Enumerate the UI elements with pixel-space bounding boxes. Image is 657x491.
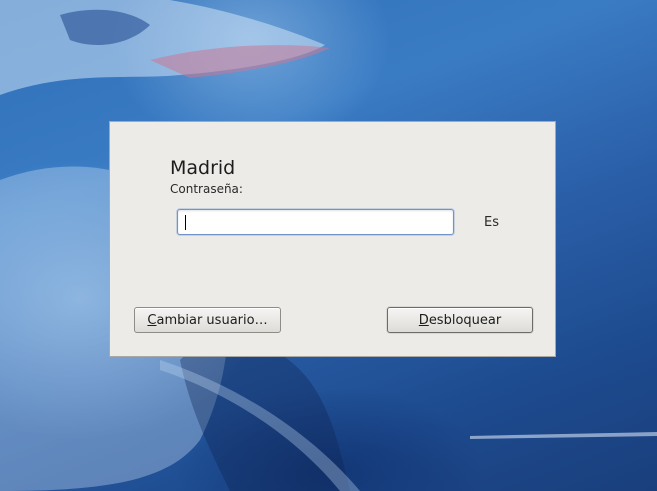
password-input[interactable] [177, 209, 454, 235]
unlock-mnemonic: D [418, 312, 429, 328]
user-name: Madrid [170, 157, 236, 179]
desktop-background: Madrid Contraseña: Es Cambiar usuario… D… [0, 0, 657, 491]
unlock-button[interactable]: Desbloquear [387, 307, 533, 333]
text-caret [185, 215, 186, 230]
switch-user-mnemonic: C [147, 312, 157, 328]
switch-user-label: ambiar usuario… [156, 312, 268, 328]
switch-user-button[interactable]: Cambiar usuario… [134, 307, 281, 333]
lock-dialog: Madrid Contraseña: Es Cambiar usuario… D… [109, 121, 556, 357]
password-label: Contraseña: [170, 182, 243, 196]
unlock-label: esbloquear [428, 312, 502, 328]
keyboard-layout-indicator[interactable]: Es [484, 215, 499, 231]
